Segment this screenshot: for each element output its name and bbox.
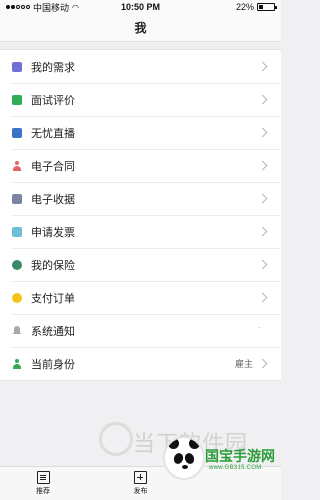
watermark-logo-icon: [99, 422, 133, 456]
menu-item-label: 无忧直播: [31, 127, 75, 140]
tab-recommend[interactable]: 推荐: [26, 467, 60, 500]
bell-icon: [12, 326, 22, 336]
nav-bar: 我: [0, 14, 281, 42]
menu-item-label: 申请发票: [31, 226, 75, 239]
menu-item-label: 当前身份: [31, 358, 75, 371]
invoice-icon: [12, 226, 22, 237]
menu-item-label: 系统通知: [31, 325, 75, 338]
battery-percent: 22%: [235, 2, 254, 12]
chevron-right-icon: [257, 259, 268, 270]
menu-item-interview-review[interactable]: 面试评价: [0, 83, 281, 116]
status-time: 10:50 PM: [120, 2, 161, 12]
status-left: 中国移动 ◠: [6, 1, 106, 14]
chevron-right-icon: [257, 358, 268, 369]
menu-item-live[interactable]: 无忧直播: [0, 116, 281, 149]
person-icon: [232, 471, 245, 484]
wifi-icon: ◠: [72, 2, 79, 12]
status-bar: 中国移动 ◠ 10:50 PM 22%: [0, 0, 281, 14]
receipt-icon: [12, 193, 22, 204]
live-tv-icon: [12, 127, 22, 138]
menu-list: 我的需求 面试评价 无忧直播 电子合同 电子收据 申请发票 我的保险 支付订单: [0, 49, 281, 381]
chevron-right-icon: [257, 226, 268, 237]
status-right: 22%: [175, 2, 277, 12]
order-icon: [12, 292, 22, 303]
review-icon: [12, 94, 22, 105]
menu-item-label: 电子合同: [31, 160, 75, 173]
carrier-label: 中国移动: [33, 2, 70, 13]
add-icon: [134, 471, 147, 484]
contract-icon: [12, 160, 22, 171]
menu-item-label: 支付订单: [31, 292, 75, 305]
identity-icon: [12, 358, 22, 369]
menu-item-label: 电子收据: [31, 193, 75, 206]
menu-item-label: 我的需求: [31, 61, 75, 74]
chevron-right-icon: [257, 127, 268, 138]
menu-item-system-notice[interactable]: 系统通知: [0, 314, 281, 347]
insurance-icon: [12, 259, 22, 270]
tab-bar: 推荐 发布: [0, 466, 281, 500]
chevron-right-icon: [257, 61, 268, 72]
chevron-right-icon: [257, 193, 268, 204]
tab-label: 发布: [133, 488, 148, 495]
demand-icon: [12, 61, 22, 72]
identity-value: 雇主: [234, 359, 253, 369]
menu-item-pay-order[interactable]: 支付订单: [0, 281, 281, 314]
panda-logo-icon: [163, 436, 205, 480]
menu-item-current-identity[interactable]: 当前身份 雇主: [0, 347, 281, 380]
tab-me[interactable]: [221, 467, 255, 500]
signal-strength-icon: [6, 5, 30, 9]
page-title: 我: [134, 21, 147, 35]
document-icon: [36, 471, 50, 484]
brand-url: www.GB315.COM: [209, 465, 262, 471]
tab-label: 推荐: [36, 488, 50, 495]
chevron-right-icon: [257, 160, 268, 171]
menu-item-e-receipt[interactable]: 电子收据: [0, 182, 281, 215]
chevron-right-icon: [257, 94, 268, 105]
menu-item-e-contract[interactable]: 电子合同: [0, 149, 281, 182]
menu-item-label: 面试评价: [31, 94, 75, 107]
brand-watermark: 国宝手游网: [205, 449, 275, 465]
tab-publish[interactable]: 发布: [124, 467, 158, 500]
battery-icon: [257, 3, 277, 11]
chevron-right-icon: [257, 292, 268, 303]
menu-item-my-insurance[interactable]: 我的保险: [0, 248, 281, 281]
menu-item-my-demand[interactable]: 我的需求: [0, 50, 281, 83]
menu-item-label: 我的保险: [31, 259, 75, 272]
decorative-dot: ·: [258, 323, 261, 332]
menu-item-apply-invoice[interactable]: 申请发票: [0, 215, 281, 248]
